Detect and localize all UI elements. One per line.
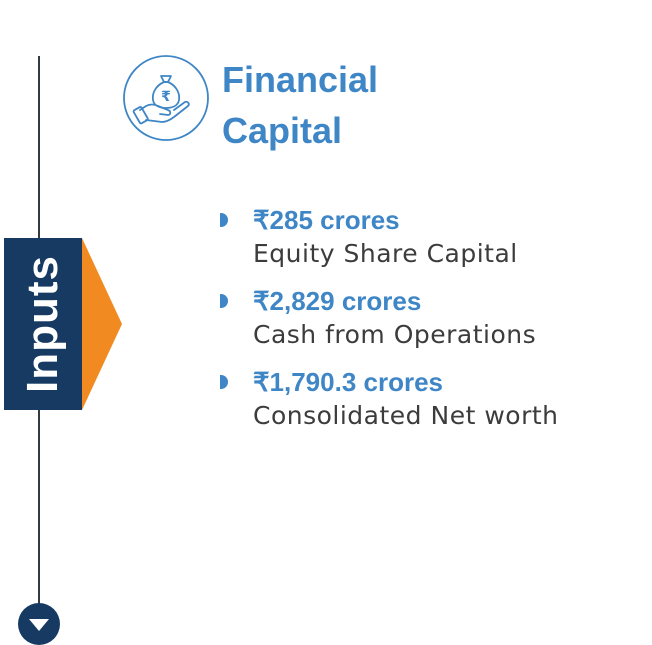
section-title-line1: Financial bbox=[222, 59, 379, 100]
list-item: ₹285 crores Equity Share Capital bbox=[220, 202, 640, 270]
hand-money-bag-rupee-icon: ₹ bbox=[123, 55, 209, 141]
item-label: Equity Share Capital bbox=[253, 239, 518, 268]
list-item: ₹1,790.3 crores Consolidated Net worth bbox=[220, 364, 640, 432]
list-item: ₹2,829 crores Cash from Operations bbox=[220, 283, 640, 351]
svg-text:₹: ₹ bbox=[161, 89, 171, 105]
item-value: ₹1,790.3 crores bbox=[253, 367, 444, 397]
bullet-icon bbox=[220, 375, 228, 389]
item-value: ₹2,829 crores bbox=[253, 286, 422, 316]
inputs-tab-label: Inputs bbox=[18, 255, 68, 393]
bullet-icon bbox=[220, 213, 228, 227]
bullet-icon bbox=[220, 294, 228, 308]
inputs-tab: Inputs bbox=[4, 238, 82, 410]
item-value: ₹285 crores bbox=[253, 205, 400, 235]
item-label: Cash from Operations bbox=[253, 320, 537, 349]
section-title: Financial Capital bbox=[222, 54, 378, 156]
inputs-list: ₹285 crores Equity Share Capital ₹2,829 … bbox=[220, 202, 640, 445]
inputs-tab-arrow bbox=[82, 238, 122, 410]
down-arrow-icon[interactable] bbox=[18, 603, 60, 645]
section-title-line2: Capital bbox=[222, 110, 343, 151]
item-label: Consolidated Net worth bbox=[253, 401, 559, 430]
